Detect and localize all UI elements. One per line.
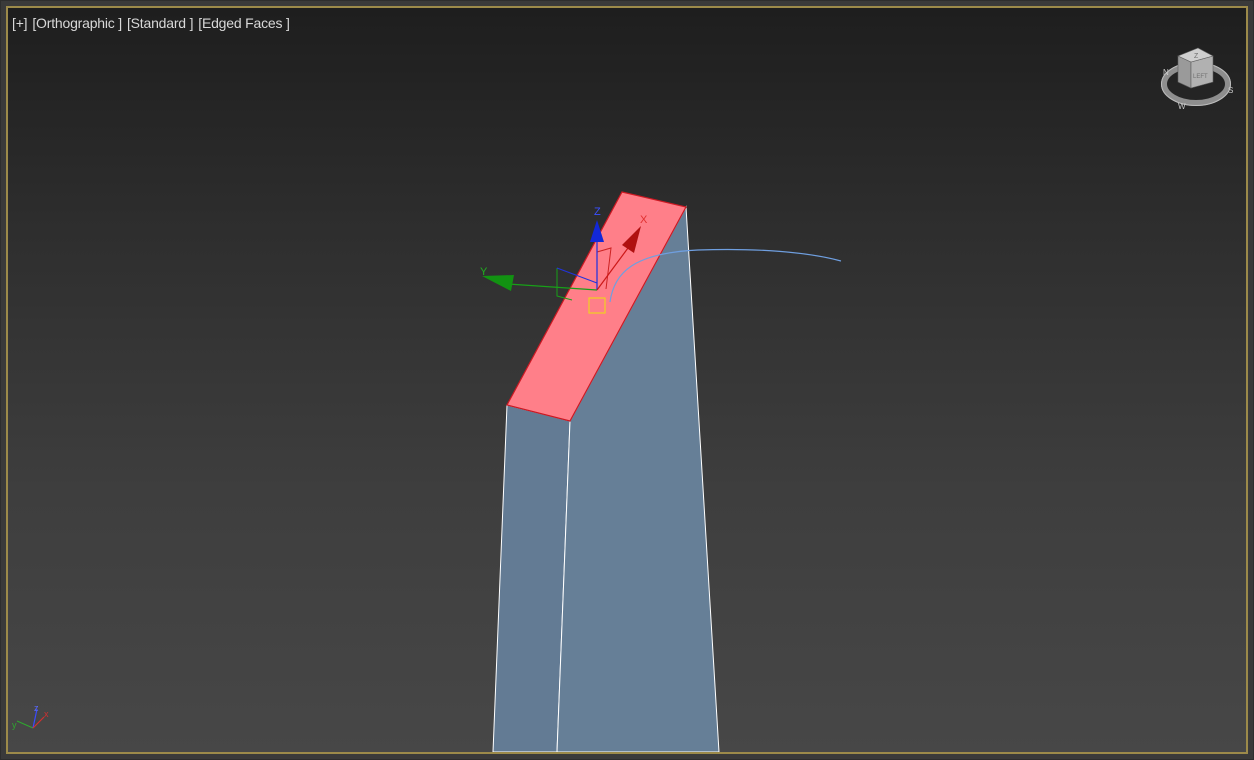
- axis-tripod-icon: y z x: [12, 703, 49, 730]
- gizmo-label-x: X: [640, 214, 648, 226]
- tripod-label-x: x: [44, 709, 49, 719]
- perspective-viewport[interactable]: X Y Z [+] [Orthographic ] [Standard ] [Edge…: [0, 0, 1254, 760]
- viewport-label-menu: [+] [Orthographic ] [Standard ] [Edged Face…: [12, 15, 295, 31]
- viewport-shading-menu[interactable]: [Standard ]: [127, 15, 193, 31]
- gizmo-label-z: Z: [594, 206, 601, 218]
- active-viewport-frame[interactable]: X Y Z [+] [Orthographic ] [Standard ] [Edge…: [6, 6, 1248, 754]
- viewport-general-menu[interactable]: [+]: [12, 15, 28, 31]
- viewport-edges-menu[interactable]: [Edged Faces ]: [198, 15, 290, 31]
- tripod-label-y: y: [12, 720, 17, 730]
- viewcube-compass-w: W: [1178, 102, 1186, 111]
- box-side-left[interactable]: [492, 404, 571, 752]
- viewcube-face-label: LEFT: [1193, 74, 1208, 80]
- viewcube-compass-s: S: [1228, 86, 1233, 95]
- viewport-view-menu[interactable]: [Orthographic ]: [32, 15, 122, 31]
- viewcube-icon[interactable]: LEFT Z N S W: [1158, 38, 1238, 114]
- tripod-label-z: z: [34, 703, 39, 713]
- scene-canvas[interactable]: X Y Z: [8, 8, 1246, 752]
- viewcube-top-label: Z: [1194, 53, 1199, 60]
- viewcube-compass-n: N: [1163, 68, 1169, 77]
- gizmo-label-y: Y: [480, 266, 488, 278]
